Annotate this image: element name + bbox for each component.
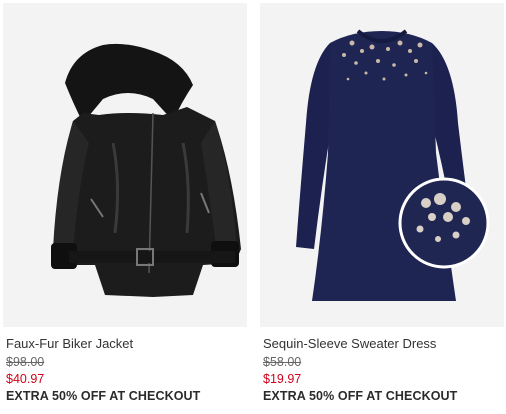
promo-text: EXTRA 50% OFF AT CHECKOUT bbox=[263, 389, 458, 403]
sale-price: $19.97 bbox=[263, 372, 302, 386]
product-image-dress[interactable] bbox=[260, 3, 504, 327]
product-name[interactable]: Sequin-Sleeve Sweater Dress bbox=[263, 336, 436, 352]
product-card-jacket[interactable]: Faux-Fur Biker Jacket $98.00 $40.97 EXTR… bbox=[3, 0, 247, 414]
promo-text: EXTRA 50% OFF AT CHECKOUT bbox=[6, 389, 201, 403]
product-name[interactable]: Faux-Fur Biker Jacket bbox=[6, 336, 133, 352]
product-card-dress[interactable]: Sequin-Sleeve Sweater Dress $58.00 $19.9… bbox=[260, 0, 504, 414]
original-price: $98.00 bbox=[6, 355, 45, 369]
product-grid: Faux-Fur Biker Jacket $98.00 $40.97 EXTR… bbox=[0, 0, 506, 414]
original-price: $58.00 bbox=[263, 355, 302, 369]
product-image-jacket[interactable] bbox=[3, 3, 247, 327]
sale-price: $40.97 bbox=[6, 372, 45, 386]
